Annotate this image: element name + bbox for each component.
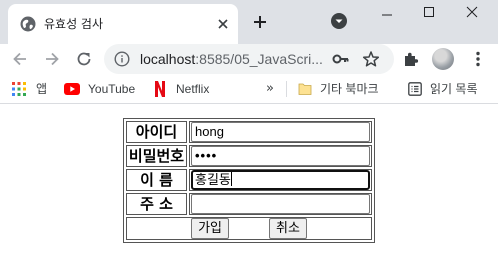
window-close-icon[interactable] (450, 0, 494, 30)
browser-toolbar: localhost:8585/05_JavaScri... (0, 44, 498, 74)
bookmarks-bar: 앱 YouTube Netflix » 기타 북마크 읽기 목록 (0, 74, 498, 104)
url-text: localhost:8585/05_JavaScri... (140, 50, 323, 68)
cancel-button[interactable]: 취소 (269, 218, 307, 239)
reload-icon[interactable] (74, 49, 94, 69)
apps-grid-icon (12, 82, 26, 96)
bookmarks-divider (286, 81, 287, 97)
buttons-cell: 가입 취소 (126, 217, 372, 240)
new-tab-icon[interactable] (250, 12, 270, 32)
url-host: localhost (140, 51, 196, 67)
netflix-icon (155, 81, 165, 97)
tab-search-icon[interactable] (330, 12, 348, 30)
reading-list-label: 읽기 목록 (430, 82, 478, 96)
id-label: 아이디 (126, 121, 187, 143)
tab-title: 유효성 검사 (44, 17, 104, 31)
forward-arrow-icon[interactable] (42, 49, 62, 69)
form-row-buttons: 가입 취소 (126, 217, 372, 240)
profile-avatar[interactable] (432, 48, 454, 70)
bookmark-star-icon[interactable] (362, 50, 380, 68)
tab-strip: 유효성 검사 (0, 0, 498, 44)
more-bookmarks-chevron[interactable]: » (266, 81, 280, 97)
extensions-puzzle-icon[interactable] (402, 50, 420, 68)
page-content: 아이디 hong 비밀번호 •••• 이 름 홍길동 주 소 가입 취소 (0, 105, 498, 274)
url-path: :8585/05_JavaScri... (195, 51, 323, 67)
address-label: 주 소 (126, 193, 187, 215)
form-row-address: 주 소 (126, 193, 372, 215)
minimize-icon[interactable] (365, 0, 409, 30)
password-input[interactable]: •••• (191, 146, 370, 166)
more-menu-icon[interactable] (468, 49, 488, 69)
address-cell (189, 193, 372, 215)
close-tab-icon[interactable] (214, 15, 232, 33)
form-row-password: 비밀번호 •••• (126, 145, 372, 167)
bookmark-apps-label: 앱 (36, 82, 48, 96)
address-input[interactable] (191, 194, 370, 214)
maximize-icon[interactable] (407, 0, 451, 30)
form-row-id: 아이디 hong (126, 121, 372, 143)
signup-form-table: 아이디 hong 비밀번호 •••• 이 름 홍길동 주 소 가입 취소 (123, 118, 375, 243)
bookmark-other-label: 기타 북마크 (320, 82, 379, 96)
youtube-icon (64, 83, 80, 95)
id-input[interactable]: hong (191, 122, 370, 142)
bookmark-youtube-label: YouTube (88, 82, 136, 96)
reading-list-icon (408, 82, 422, 96)
password-cell: •••• (189, 145, 372, 167)
key-icon[interactable] (332, 51, 350, 67)
name-cell: 홍길동 (189, 169, 372, 191)
back-arrow-icon[interactable] (10, 49, 30, 69)
bookmark-netflix-label: Netflix (176, 82, 210, 96)
name-input[interactable]: 홍길동 (191, 170, 370, 190)
text-caret (230, 172, 232, 186)
active-tab[interactable]: 유효성 검사 (8, 4, 238, 44)
form-row-name: 이 름 홍길동 (126, 169, 372, 191)
name-label: 이 름 (126, 169, 187, 191)
address-bar[interactable]: localhost:8585/05_JavaScri... (104, 44, 394, 74)
join-button[interactable]: 가입 (191, 218, 229, 239)
folder-icon (298, 83, 312, 95)
globe-icon (20, 16, 36, 32)
site-info-icon[interactable] (114, 51, 130, 67)
password-label: 비밀번호 (126, 145, 187, 167)
id-cell: hong (189, 121, 372, 143)
name-input-value: 홍길동 (195, 172, 231, 187)
